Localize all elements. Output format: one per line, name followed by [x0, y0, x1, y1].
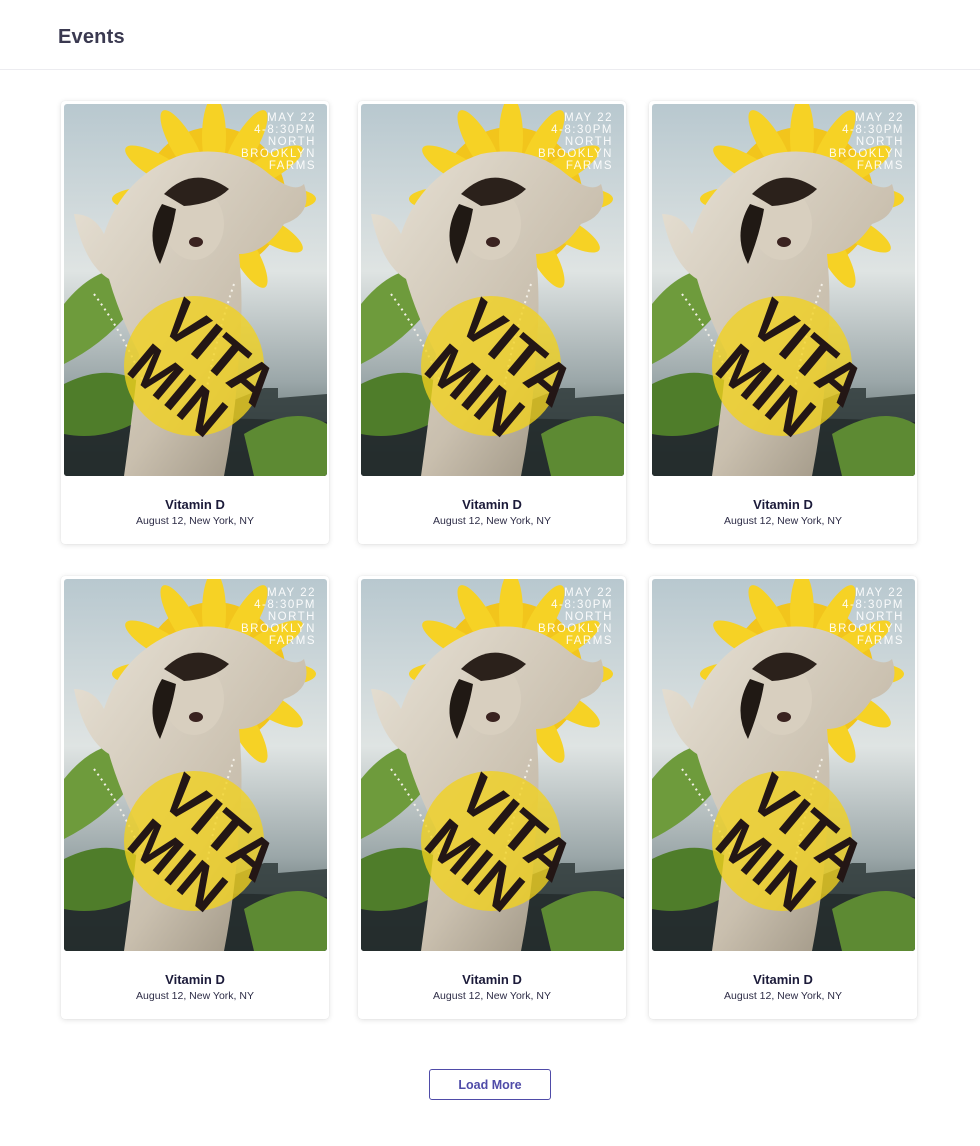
poster-venue-1: NORTH [268, 136, 316, 148]
poster-date: MAY 22 [267, 112, 316, 124]
page-header: Events [0, 0, 980, 70]
poster-date: MAY 22 [855, 112, 904, 124]
poster-venue-2: BROOKLYN [241, 148, 316, 160]
poster-venue-2: BROOKLYN [241, 623, 316, 635]
event-date-location: August 12, New York, NY [433, 515, 551, 527]
event-title[interactable]: Vitamin D [649, 972, 917, 987]
poster-time: 4-8:30PM [254, 599, 316, 611]
event-title[interactable]: Vitamin D [358, 972, 626, 987]
poster-venue-1: NORTH [856, 136, 904, 148]
event-title[interactable]: Vitamin D [649, 497, 917, 512]
poster-date: MAY 22 [564, 587, 613, 599]
event-poster-image[interactable]: VITA MIN MAY 22 4-8:30PM NORTH BROOKLYN … [361, 104, 624, 476]
event-poster-image[interactable]: VITA MIN MAY 22 4-8:30PM NORTH BROOKLYN … [361, 579, 624, 951]
event-card[interactable]: VITA MIN MAY 22 4-8:30PM NORTH BROOKLYN … [61, 576, 329, 1019]
page-title: Events [58, 26, 125, 48]
poster-venue-3: FARMS [566, 635, 613, 647]
event-date-location: August 12, New York, NY [724, 515, 842, 527]
event-date-location: August 12, New York, NY [136, 515, 254, 527]
event-title[interactable]: Vitamin D [61, 497, 329, 512]
poster-time: 4-8:30PM [842, 599, 904, 611]
poster-venue-2: BROOKLYN [538, 623, 613, 635]
poster-venue-2: BROOKLYN [538, 148, 613, 160]
poster-venue-1: NORTH [856, 611, 904, 623]
event-poster-image[interactable]: VITA MIN MAY 22 4-8:30PM NORTH BROOKLYN … [64, 104, 327, 476]
event-card[interactable]: VITA MIN MAY 22 4-8:30PM NORTH BROOKLYN … [358, 101, 626, 544]
poster-venue-2: BROOKLYN [829, 623, 904, 635]
event-poster-image[interactable]: VITA MIN MAY 22 4-8:30PM NORTH BROOKLYN … [652, 104, 915, 476]
event-card[interactable]: VITA MIN MAY 22 4-8:30PM NORTH BROOKLYN … [649, 101, 917, 544]
event-date-location: August 12, New York, NY [136, 990, 254, 1002]
event-date-location: August 12, New York, NY [724, 990, 842, 1002]
poster-venue-3: FARMS [857, 635, 904, 647]
poster-venue-3: FARMS [566, 160, 613, 172]
event-date-location: August 12, New York, NY [433, 990, 551, 1002]
event-title[interactable]: Vitamin D [358, 497, 626, 512]
event-card[interactable]: VITA MIN MAY 22 4-8:30PM NORTH BROOKLYN … [61, 101, 329, 544]
event-title[interactable]: Vitamin D [61, 972, 329, 987]
load-more-button[interactable]: Load More [429, 1069, 551, 1100]
poster-venue-1: NORTH [268, 611, 316, 623]
poster-venue-3: FARMS [269, 160, 316, 172]
poster-venue-2: BROOKLYN [829, 148, 904, 160]
poster-time: 4-8:30PM [842, 124, 904, 136]
poster-venue-1: NORTH [565, 611, 613, 623]
event-card[interactable]: VITA MIN MAY 22 4-8:30PM NORTH BROOKLYN … [649, 576, 917, 1019]
event-poster-image[interactable]: VITA MIN MAY 22 4-8:30PM NORTH BROOKLYN … [652, 579, 915, 951]
poster-venue-3: FARMS [269, 635, 316, 647]
poster-venue-1: NORTH [565, 136, 613, 148]
poster-time: 4-8:30PM [254, 124, 316, 136]
poster-date: MAY 22 [855, 587, 904, 599]
poster-time: 4-8:30PM [551, 124, 613, 136]
poster-time: 4-8:30PM [551, 599, 613, 611]
poster-date: MAY 22 [267, 587, 316, 599]
event-card[interactable]: VITA MIN MAY 22 4-8:30PM NORTH BROOKLYN … [358, 576, 626, 1019]
poster-venue-3: FARMS [857, 160, 904, 172]
event-poster-image[interactable]: VITA MIN MAY 22 4-8:30PM NORTH BROOKLYN … [64, 579, 327, 951]
poster-date: MAY 22 [564, 112, 613, 124]
